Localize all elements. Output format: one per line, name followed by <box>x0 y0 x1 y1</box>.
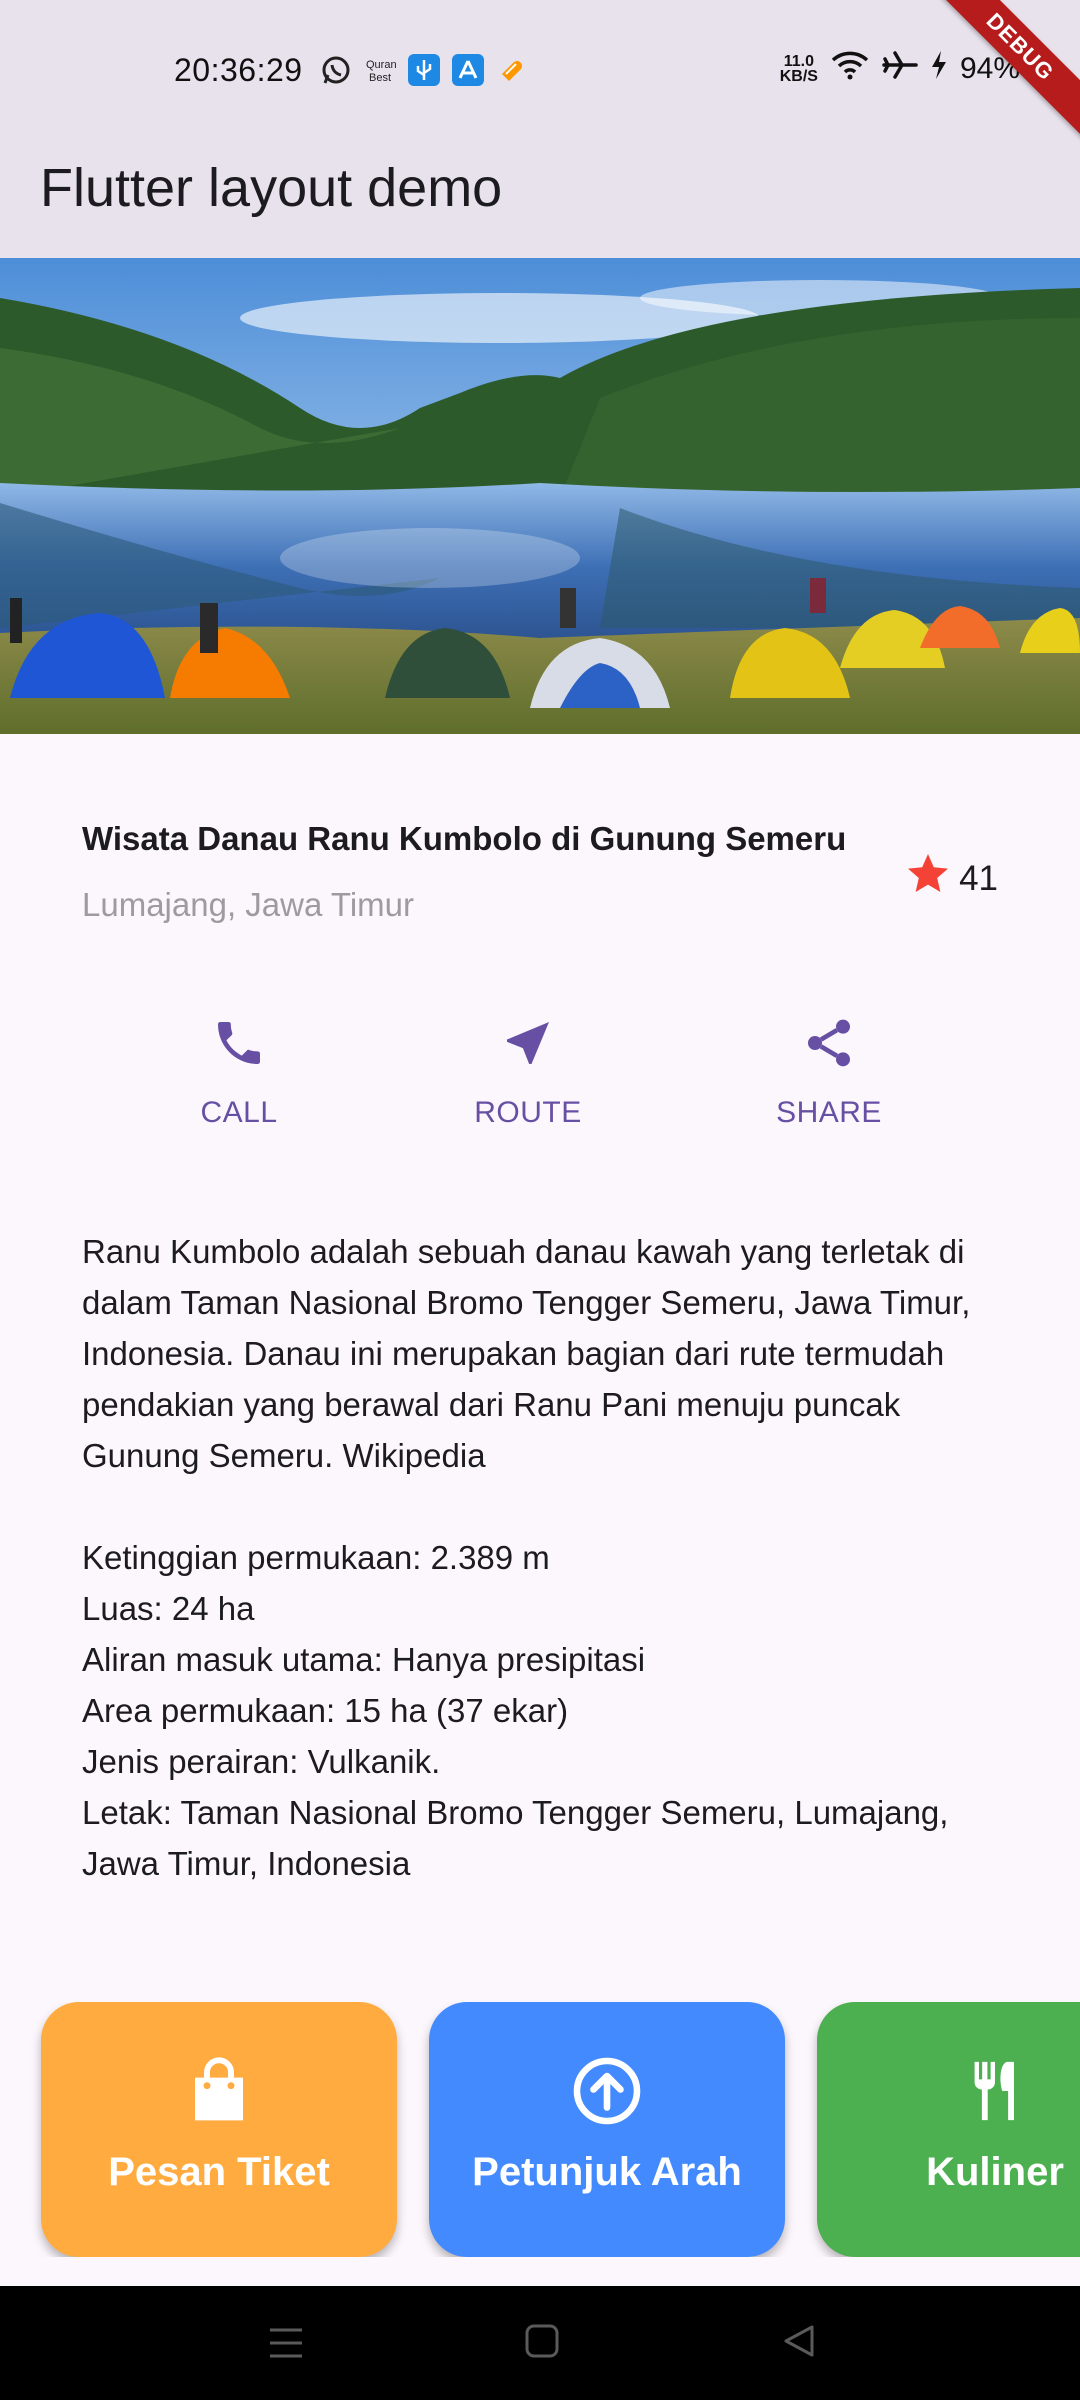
title-section: Wisata Danau Ranu Kumbolo di Gunung Seme… <box>82 820 1002 924</box>
bottom-button-row: Pesan Tiket Petunjuk Arah Kuliner <box>0 2002 1080 2257</box>
status-bar: 20:36:29 Quran Best 11.0 KB/S 94% <box>0 0 1080 145</box>
description-text: Ranu Kumbolo adalah sebuah danau kawah y… <box>82 1226 1012 1889</box>
fact-water-type: Jenis perairan: Vulkanik. <box>82 1743 441 1780</box>
kuliner-button[interactable]: Kuliner <box>817 2002 1080 2257</box>
wifi-icon <box>830 50 870 88</box>
arrow-circle-up-icon <box>571 2054 643 2128</box>
quran-best-icon: Quran Best <box>364 54 397 86</box>
petunjuk-arah-label: Petunjuk Arah <box>472 2150 742 2194</box>
rating: 41 <box>903 850 998 907</box>
place-title: Wisata Danau Ranu Kumbolo di Gunung Seme… <box>82 820 847 857</box>
hero-image <box>0 258 1080 734</box>
fact-elevation: Ketinggian permukaan: 2.389 m <box>82 1539 550 1576</box>
home-button[interactable] <box>525 2324 559 2363</box>
route-button[interactable]: ROUTE <box>428 1015 628 1130</box>
place-subtitle: Lumajang, Jawa Timur <box>82 886 414 923</box>
fact-area: Luas: 24 ha <box>82 1590 255 1627</box>
petunjuk-arah-button[interactable]: Petunjuk Arah <box>429 2002 785 2257</box>
airplane-mode-icon <box>882 50 918 88</box>
call-button[interactable]: CALL <box>139 1015 339 1130</box>
system-navigation-bar <box>0 2286 1080 2400</box>
app-store-icon <box>452 54 484 86</box>
network-speed: 11.0 KB/S <box>779 53 818 85</box>
fact-surface-area: Area permukaan: 15 ha (37 ekar) <box>82 1692 569 1729</box>
share-icon <box>801 1015 857 1076</box>
heart-app-icon <box>496 54 528 86</box>
share-label: SHARE <box>776 1096 882 1129</box>
kuliner-label: Kuliner <box>926 2150 1064 2194</box>
fact-location: Letak: Taman Nasional Bromo Tengger Seme… <box>82 1794 949 1882</box>
status-right-icons: 11.0 KB/S 94% <box>780 50 1020 88</box>
shopping-bag-icon <box>187 2054 251 2128</box>
navigation-arrow-icon <box>500 1015 556 1076</box>
app-bar: Flutter layout demo <box>0 145 1080 258</box>
charging-icon <box>930 50 948 88</box>
svg-text:Quran: Quran <box>366 59 396 71</box>
star-icon <box>903 850 953 907</box>
whatsapp-icon <box>320 54 352 86</box>
action-row: CALL ROUTE SHARE <box>0 1015 1080 1165</box>
network-speed-unit: KB/S <box>779 68 818 85</box>
usb-icon <box>408 54 440 86</box>
svg-text:Best: Best <box>369 72 391 84</box>
pesan-tiket-button[interactable]: Pesan Tiket <box>41 2002 397 2257</box>
fact-inflow: Aliran masuk utama: Hanya presipitasi <box>82 1641 646 1678</box>
recent-apps-button[interactable] <box>268 2326 304 2365</box>
back-button[interactable] <box>782 2324 816 2363</box>
rating-count: 41 <box>959 858 998 898</box>
status-time: 20:36:29 <box>174 52 303 88</box>
share-button[interactable]: SHARE <box>729 1015 929 1130</box>
restaurant-icon <box>960 2054 1030 2128</box>
notification-icons: Quran Best <box>320 54 528 86</box>
route-label: ROUTE <box>474 1096 582 1129</box>
network-speed-value: 11.0 <box>783 53 814 70</box>
lake-landscape-illustration <box>0 258 1080 734</box>
phone-icon <box>211 1015 267 1076</box>
description-paragraph: Ranu Kumbolo adalah sebuah danau kawah y… <box>82 1233 971 1474</box>
app-bar-title: Flutter layout demo <box>40 158 503 218</box>
pesan-tiket-label: Pesan Tiket <box>108 2150 330 2194</box>
call-label: CALL <box>200 1096 278 1129</box>
